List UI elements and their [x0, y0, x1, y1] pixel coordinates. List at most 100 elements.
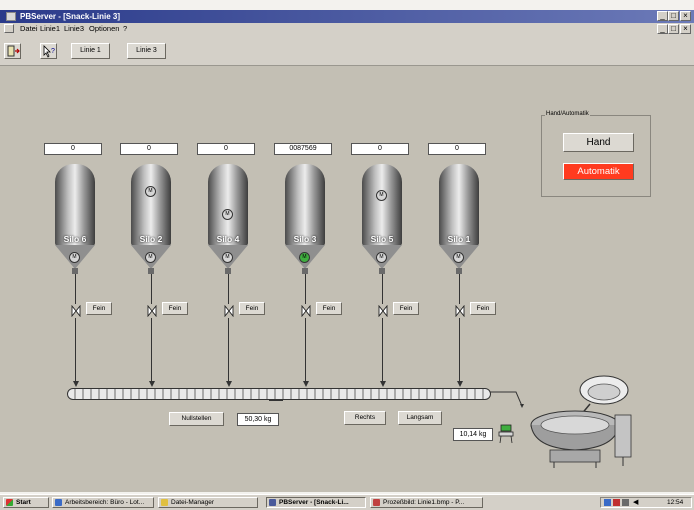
system-tray: ◀ 12:54: [600, 497, 692, 508]
menu-bar: Datei Linie1 Linie3 Optionen ? _ □ ×: [0, 23, 694, 35]
silo-3-fein-button[interactable]: Fein: [316, 302, 342, 315]
help-cursor-button[interactable]: ?: [40, 43, 57, 59]
silo-5-fein-button[interactable]: Fein: [393, 302, 419, 315]
pipe: [151, 274, 152, 304]
silo-label: Silo 3: [293, 234, 317, 244]
silo-2-fein-button[interactable]: Fein: [162, 302, 188, 315]
exit-door-icon: [7, 45, 20, 57]
silo-1-counter: 0: [428, 143, 486, 155]
menu-linie3[interactable]: Linie3: [64, 23, 84, 35]
silo-6-counter: 0: [44, 143, 102, 155]
valve-icon[interactable]: [378, 305, 388, 317]
tray-icon[interactable]: [604, 499, 611, 506]
motor-icon[interactable]: M: [222, 209, 233, 220]
silo-label: Silo 4: [216, 234, 240, 244]
taskbar-item[interactable]: Prozeßbild: Linie1.bmp - P...: [370, 497, 483, 508]
silo-6-fein-button[interactable]: Fein: [86, 302, 112, 315]
motor-icon[interactable]: M: [453, 252, 464, 263]
hand-automatik-group: Hand/Automatik: [541, 111, 651, 197]
taskbar-item-label: Prozeßbild: Linie1.bmp - P...: [383, 499, 465, 506]
hand-button[interactable]: Hand: [563, 133, 634, 152]
pipe: [228, 318, 229, 382]
volume-icon[interactable]: ◀: [633, 498, 638, 507]
silo-5[interactable]: M Silo 5 M: [362, 164, 402, 274]
taskbar-item-label: PBServer - [Snack-Li...: [279, 499, 349, 506]
silo-1-fein-button[interactable]: Fein: [470, 302, 496, 315]
motor-icon[interactable]: M: [69, 252, 80, 263]
scale-weight-value: 10,14 kg: [453, 428, 493, 441]
nullstellen-button[interactable]: Nullstellen: [169, 412, 224, 426]
silo-4-fein-button[interactable]: Fein: [239, 302, 265, 315]
rechts-button[interactable]: Rechts: [344, 411, 386, 425]
bowl-cutter-machine-icon[interactable]: [520, 370, 640, 470]
pipe: [151, 318, 152, 382]
automatik-button[interactable]: Automatik: [563, 163, 634, 180]
silo-label: Silo 2: [139, 234, 163, 244]
silo-label: Silo 5: [370, 234, 394, 244]
window-title-bar: PBServer - [Snack-Linie 3] _ □ ×: [0, 10, 694, 23]
arrow-down-icon: [73, 381, 79, 387]
pipe: [382, 318, 383, 382]
silo-label: Silo 1: [447, 234, 471, 244]
silo-2-counter: 0: [120, 143, 178, 155]
silo-3-counter: 0087569: [274, 143, 332, 155]
menu-optionen[interactable]: Optionen: [89, 23, 119, 35]
taskbar-item-label: Datei-Manager: [171, 499, 214, 506]
start-label: Start: [16, 499, 31, 506]
pipe: [75, 274, 76, 304]
start-button[interactable]: Start: [3, 497, 49, 508]
maximize-button[interactable]: □: [668, 11, 679, 21]
toolbar: ? Linie 1 Linie 3: [0, 35, 694, 66]
image-icon: [373, 499, 380, 506]
silo-2[interactable]: M Silo 2 M: [131, 164, 171, 274]
silo-1[interactable]: Silo 1 M: [439, 164, 479, 274]
silo-4[interactable]: M Silo 4 M: [208, 164, 248, 274]
motor-icon[interactable]: M: [145, 252, 156, 263]
motor-running-icon[interactable]: M: [299, 252, 310, 263]
linie1-button[interactable]: Linie 1: [71, 43, 110, 59]
conveyor-belt[interactable]: [67, 388, 491, 400]
motor-icon[interactable]: M: [376, 190, 387, 201]
silo-6[interactable]: Silo 6 M: [55, 164, 95, 274]
tray-icon[interactable]: [622, 499, 629, 506]
pipe: [228, 274, 229, 304]
minimize-button[interactable]: _: [657, 11, 668, 21]
tray-icon[interactable]: [613, 499, 620, 506]
scale-icon: [498, 424, 514, 444]
menu-datei[interactable]: Datei: [20, 23, 38, 35]
motor-icon[interactable]: M: [145, 186, 156, 197]
menu-linie1[interactable]: Linie1: [40, 23, 60, 35]
close-button[interactable]: ×: [680, 11, 691, 21]
exit-door-button[interactable]: [4, 43, 21, 59]
clock[interactable]: 12:54: [667, 498, 683, 507]
valve-icon[interactable]: [147, 305, 157, 317]
silo-5-counter: 0: [351, 143, 409, 155]
silo-4-counter: 0: [197, 143, 255, 155]
doc-close-button[interactable]: ×: [680, 24, 691, 34]
taskbar-item-label: Arbeitsbereich: Büro - Lot...: [65, 499, 145, 506]
app-icon[interactable]: [6, 12, 16, 21]
pipe: [382, 274, 383, 304]
document-icon[interactable]: [4, 24, 14, 33]
doc-restore-button[interactable]: □: [668, 24, 679, 34]
silo-3[interactable]: Silo 3 M: [285, 164, 325, 274]
conveyor-weight-value: 50,30 kg: [237, 413, 279, 426]
arrow-down-icon: [303, 381, 309, 387]
taskbar-item-active[interactable]: PBServer - [Snack-Li...: [266, 497, 366, 508]
langsam-button[interactable]: Langsam: [398, 411, 442, 425]
valve-icon[interactable]: [455, 305, 465, 317]
taskbar-item[interactable]: Datei-Manager: [158, 497, 258, 508]
valve-icon[interactable]: [71, 305, 81, 317]
valve-icon[interactable]: [301, 305, 311, 317]
doc-minimize-button[interactable]: _: [657, 24, 668, 34]
app-icon: [55, 499, 62, 506]
pipe: [305, 274, 306, 304]
menu-help[interactable]: ?: [123, 23, 127, 35]
linie3-button[interactable]: Linie 3: [127, 43, 166, 59]
motor-icon[interactable]: M: [376, 252, 387, 263]
group-caption: Hand/Automatik: [545, 111, 590, 117]
valve-icon[interactable]: [224, 305, 234, 317]
taskbar-item[interactable]: Arbeitsbereich: Büro - Lot...: [52, 497, 154, 508]
arrow-down-icon: [149, 381, 155, 387]
motor-icon[interactable]: M: [222, 252, 233, 263]
